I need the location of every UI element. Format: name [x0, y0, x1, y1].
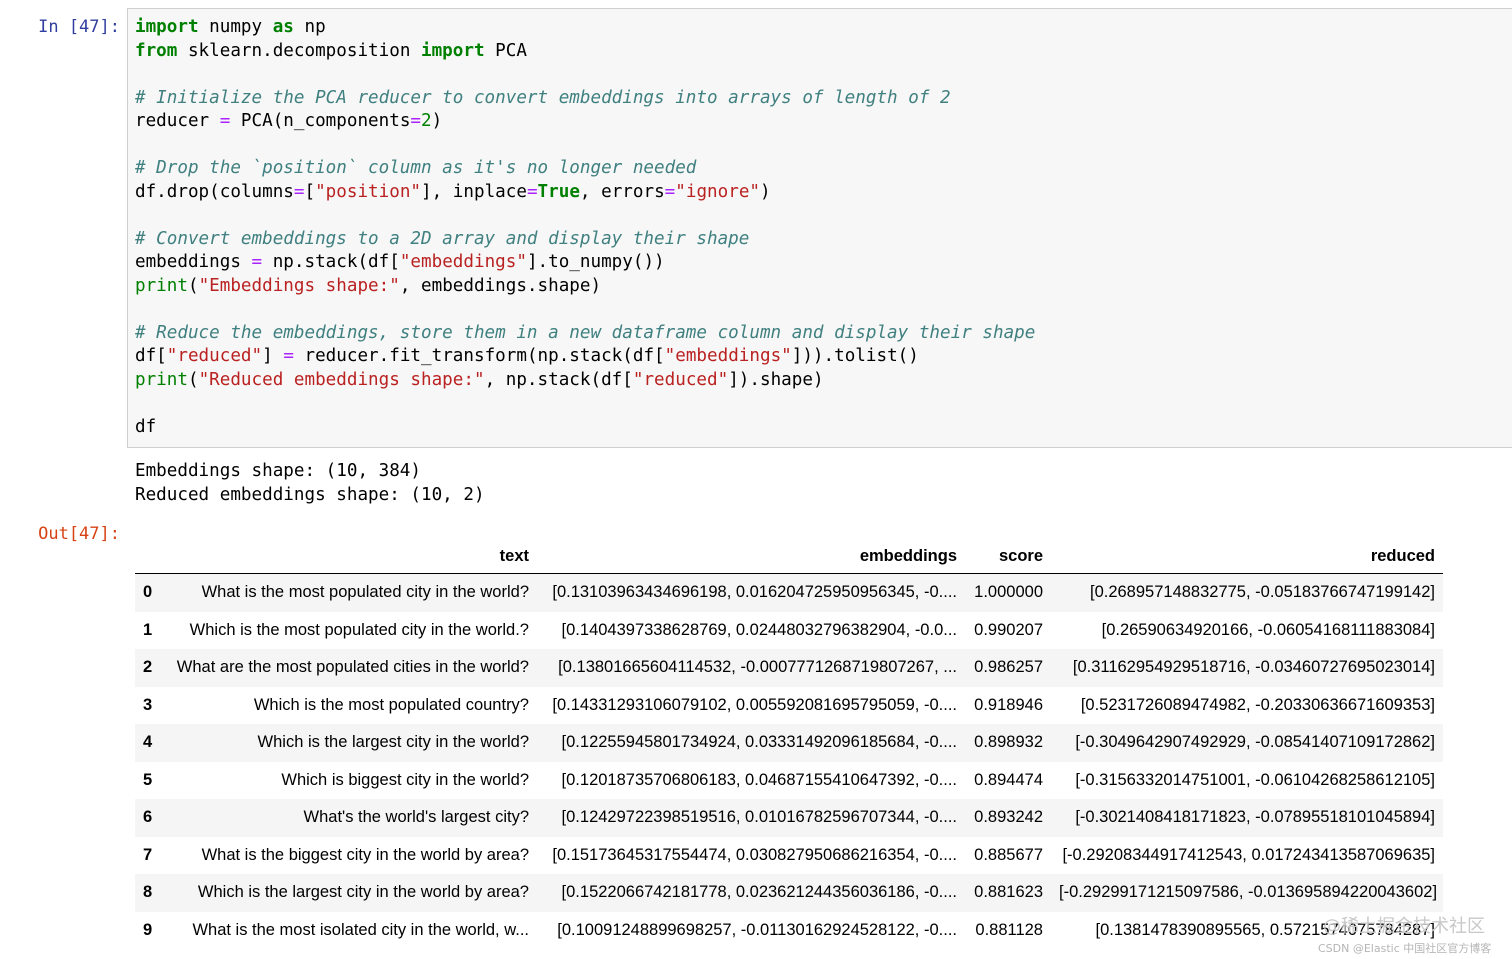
column-header-embeddings: embeddings: [537, 540, 965, 574]
cell-score: 0.918946: [974, 695, 1043, 714]
cell-reduced: [0.5231726089474982, -0.2033063667160935…: [1080, 695, 1435, 714]
cell-score: 0.990207: [974, 620, 1043, 639]
output-prompt: Out[47]:: [38, 524, 120, 544]
stdout-line: Reduced embeddings shape: (10, 2): [135, 485, 485, 505]
code-line-4: reducer = PCA(n_components=2): [135, 111, 443, 131]
cell-score: 0.898932: [974, 733, 1043, 752]
cell-embeddings: [0.15173645317554474, 0.0308279506862163…: [552, 845, 957, 864]
row-index: 4: [143, 733, 153, 752]
cell-reduced: [0.26590634920166, -0.06054168111883084]: [1101, 620, 1435, 639]
cell-reduced: [0.31162954929518716, -0.034607276950230…: [1072, 658, 1435, 677]
code-line-2: from sklearn.decomposition import PCA: [135, 40, 527, 61]
cell-score: 0.986257: [974, 658, 1043, 677]
code-line-14: df: [135, 416, 157, 437]
row-index: 0: [143, 583, 153, 602]
cell-embeddings: [0.10091248899698257, -0.011301629245281…: [557, 920, 957, 939]
cell-reduced: [-0.29299171215097586, -0.01369589422004…: [1059, 883, 1438, 902]
code-line-11: df["reduced"] = reducer.fit_transform(np…: [135, 346, 919, 366]
table-header-row: text embeddings score reduced: [135, 540, 1443, 574]
cell-text: Which is the most populated city in the …: [189, 620, 529, 639]
table-row: 4 Which is the largest city in the world…: [135, 724, 1443, 762]
row-index: 9: [143, 920, 153, 939]
cell-reduced: [-0.3049642907492929, -0.085414071091728…: [1075, 733, 1435, 752]
table-row: 2 What are the most populated cities in …: [135, 649, 1443, 687]
table-row: 6 What's the world's largest city? [0.12…: [135, 799, 1443, 837]
cell-score: 1.000000: [974, 583, 1043, 602]
code-line-8: embeddings = np.stack(df["embeddings"].t…: [135, 252, 665, 272]
row-index: 7: [143, 845, 153, 864]
cell-text: Which is the largest city in the world?: [257, 733, 529, 752]
cell-embeddings: [0.1522066742181778, 0.02362124435603618…: [561, 883, 957, 902]
column-header-score: score: [965, 540, 1051, 574]
row-index: 3: [143, 695, 153, 714]
stdout-line: Embeddings shape: (10, 384): [135, 461, 421, 481]
cell-reduced: [-0.3021408418171823, -0.078955181010458…: [1075, 808, 1435, 827]
cell-embeddings: [0.12018735706806183, 0.0468715541064739…: [561, 770, 957, 789]
row-index: 6: [143, 808, 153, 827]
table-row: 0 What is the most populated city in the…: [135, 573, 1443, 612]
cell-text: What is the most populated city in the w…: [201, 583, 529, 602]
row-index: 2: [143, 658, 153, 677]
cell-embeddings: [0.13103963434696198, 0.0162047259509563…: [552, 583, 957, 602]
cell-reduced: [-0.29208344917412543, 0.017243413587069…: [1062, 845, 1435, 864]
table-row: 3 Which is the most populated country? […: [135, 687, 1443, 725]
code-line-1: import numpy as np: [135, 17, 326, 37]
cell-text: Which is biggest city in the world?: [281, 770, 529, 789]
cell-reduced: [0.268957148832775, -0.05183766747199142…: [1089, 583, 1435, 602]
code-line-12: print("Reduced embeddings shape:", np.st…: [135, 369, 824, 390]
cell-embeddings: [0.13801665604114532, -0.000777126871980…: [558, 658, 957, 677]
cell-embeddings: [0.14331293106079102, 0.0055920816957950…: [552, 695, 957, 714]
row-index: 1: [143, 620, 153, 639]
table-row: 7 What is the biggest city in the world …: [135, 837, 1443, 875]
cell-text: What is the most isolated city in the wo…: [192, 920, 529, 939]
watermark: @稀土掘金技术社区: [1323, 916, 1485, 937]
cell-score: 0.885677: [974, 845, 1043, 864]
code-line-6: df.drop(columns=["position"], inplace=Tr…: [135, 181, 771, 202]
code-editor[interactable]: import numpy as np from sklearn.decompos…: [135, 16, 1035, 439]
cell-score: 0.881128: [975, 920, 1043, 939]
code-comment: # Convert embeddings to a 2D array and d…: [135, 228, 750, 249]
cell-embeddings: [0.12429722398519516, 0.0101678259670734…: [561, 808, 957, 827]
row-index: 8: [143, 883, 153, 902]
code-line-9: print("Embeddings shape:", embeddings.sh…: [135, 275, 602, 296]
code-comment: # Drop the `position` column as it's no …: [135, 158, 697, 178]
column-header-index: [135, 540, 161, 574]
cell-score: 0.881623: [974, 883, 1043, 902]
cell-embeddings: [0.1404397338628769, 0.02448032796382904…: [561, 620, 957, 639]
cell-text: Which is the largest city in the world b…: [197, 883, 529, 902]
code-comment: # Reduce the embeddings, store them in a…: [135, 322, 1036, 343]
cell-text: What are the most populated cities in th…: [176, 658, 529, 677]
cell-text: What is the biggest city in the world by…: [201, 845, 529, 864]
watermark-caption: CSDN @Elastic 中国社区官方博客: [1318, 942, 1492, 955]
row-index: 5: [143, 770, 153, 789]
cell-reduced: [-0.3156332014751001, -0.061042682586121…: [1075, 770, 1435, 789]
dataframe-table: text embeddings score reduced 0 What is …: [135, 540, 1443, 949]
cell-score: 0.893242: [974, 808, 1043, 827]
input-prompt: In [47]:: [38, 17, 120, 37]
code-comment: # Initialize the PCA reducer to convert …: [135, 87, 951, 108]
table-row: 9 What is the most isolated city in the …: [135, 912, 1443, 950]
stdout-output: Embeddings shape: (10, 384) Reduced embe…: [135, 459, 485, 507]
cell-embeddings: [0.12255945801734924, 0.0333149209618568…: [561, 733, 957, 752]
column-header-reduced: reduced: [1051, 540, 1443, 574]
table-row: 8 Which is the largest city in the world…: [135, 874, 1443, 912]
table-row: 5 Which is biggest city in the world? [0…: [135, 762, 1443, 800]
cell-text: Which is the most populated country?: [253, 695, 529, 714]
table-row: 1 Which is the most populated city in th…: [135, 612, 1443, 650]
code-cell-input[interactable]: import numpy as np from sklearn.decompos…: [127, 8, 1512, 448]
cell-text: What's the world's largest city?: [303, 808, 529, 827]
column-header-text: text: [161, 540, 537, 574]
cell-score: 0.894474: [974, 770, 1043, 789]
